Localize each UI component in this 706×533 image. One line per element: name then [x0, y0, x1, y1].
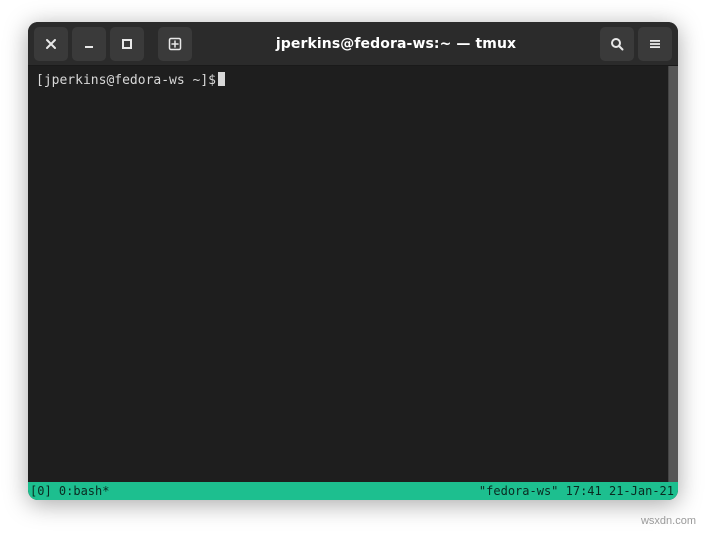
- close-button[interactable]: [34, 27, 68, 61]
- shell-prompt: [jperkins@fedora-ws ~]$: [36, 73, 216, 88]
- new-tab-button[interactable]: [158, 27, 192, 61]
- scrollbar[interactable]: [668, 66, 678, 482]
- minimize-button[interactable]: [72, 27, 106, 61]
- search-button[interactable]: [600, 27, 634, 61]
- terminal-window: jperkins@fedora-ws:~ — tmux [jperkins@fe…: [28, 22, 678, 500]
- terminal-output: [jperkins@fedora-ws ~]$: [28, 66, 668, 482]
- titlebar: jperkins@fedora-ws:~ — tmux: [28, 22, 678, 66]
- tmux-status-left: [0] 0:bash*: [30, 484, 109, 498]
- close-icon: [45, 38, 57, 50]
- window-title: jperkins@fedora-ws:~ — tmux: [196, 36, 596, 52]
- tmux-statusbar: [0] 0:bash* "fedora-ws" 17:41 21-Jan-21: [28, 482, 678, 500]
- search-icon: [610, 37, 624, 51]
- maximize-button[interactable]: [110, 27, 144, 61]
- new-tab-icon: [168, 37, 182, 51]
- maximize-icon: [121, 38, 133, 50]
- tmux-status-right: "fedora-ws" 17:41 21-Jan-21: [479, 484, 674, 498]
- text-cursor: [218, 72, 225, 86]
- minimize-icon: [83, 38, 95, 50]
- watermark: wsxdn.com: [641, 515, 696, 527]
- terminal-body[interactable]: [jperkins@fedora-ws ~]$: [28, 66, 678, 482]
- hamburger-menu-icon: [648, 37, 662, 51]
- menu-button[interactable]: [638, 27, 672, 61]
